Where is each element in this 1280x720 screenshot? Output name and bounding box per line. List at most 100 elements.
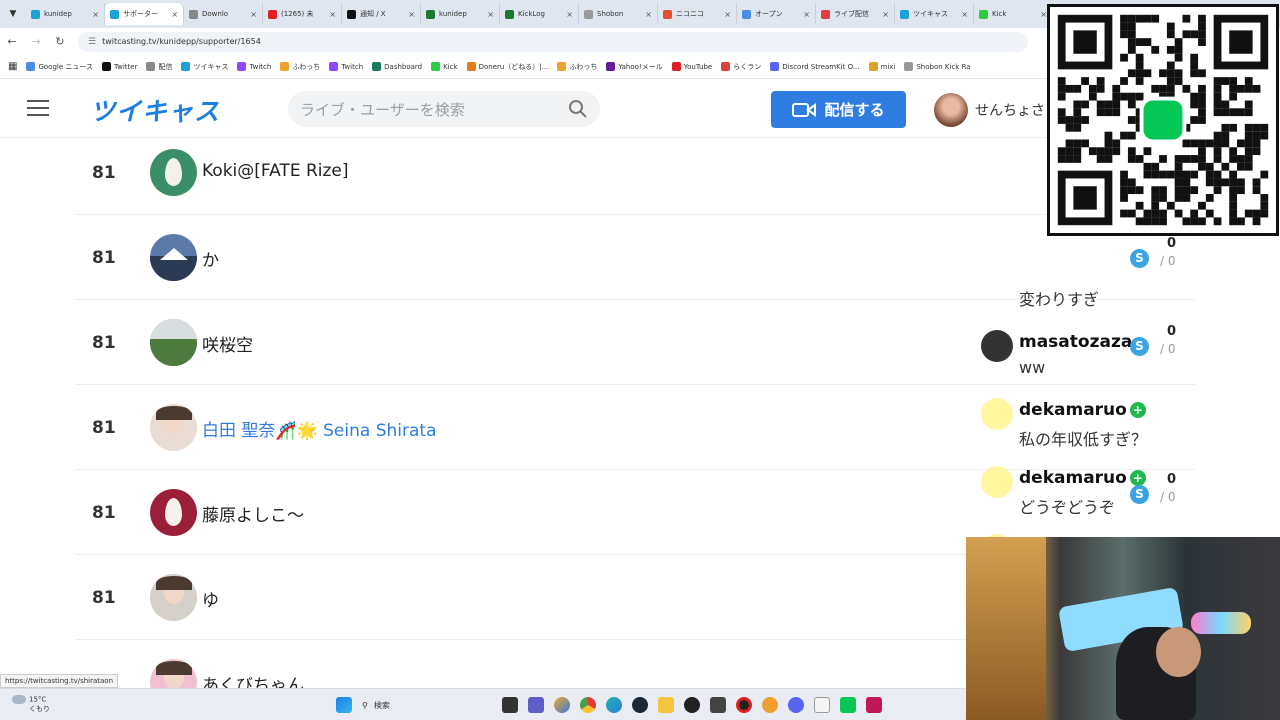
reload-icon[interactable]: ↻	[48, 35, 72, 48]
windows-start-icon[interactable]	[336, 697, 352, 713]
calculator-icon[interactable]	[710, 697, 726, 713]
supporter-avatar[interactable]	[150, 319, 197, 366]
broadcast-button[interactable]: 配信する	[771, 91, 906, 128]
site-logo[interactable]: ツイキャス	[90, 92, 220, 128]
bookmark-item[interactable]: Twitch	[237, 62, 271, 72]
tab-3[interactable]: (1265) 未 ×	[263, 3, 342, 25]
taskview-icon[interactable]	[502, 697, 518, 713]
tab-label: ライブ配信	[834, 10, 869, 18]
bookmark-item[interactable]: Kick	[431, 62, 458, 72]
supporter-avatar[interactable]	[150, 149, 197, 196]
close-icon[interactable]: ×	[724, 10, 731, 19]
bookmark-label: Doneru（どねる）|...	[478, 62, 549, 71]
tab-10[interactable]: ライブ配信 ×	[816, 3, 895, 25]
user-avatar[interactable]	[934, 93, 968, 127]
app-icon[interactable]	[866, 697, 882, 713]
supporter-avatar[interactable]	[150, 489, 197, 536]
bookmark-item[interactable]: らくラン	[721, 62, 761, 72]
bookmark-item[interactable]: ふわっち	[280, 62, 320, 72]
bookmark-item[interactable]: Discord StreamKit O...	[770, 62, 860, 72]
steam-icon[interactable]	[632, 697, 648, 713]
close-icon[interactable]: ×	[408, 10, 415, 19]
score-value: 0	[1167, 236, 1177, 251]
supporter-avatar[interactable]	[150, 404, 197, 451]
supporter-name[interactable]: 咲桜空	[202, 331, 253, 356]
cloud-icon	[12, 695, 26, 704]
back-icon[interactable]: ←	[0, 35, 24, 48]
notepad-icon[interactable]	[814, 697, 830, 713]
close-icon[interactable]: ×	[92, 10, 99, 19]
close-icon[interactable]: ×	[171, 10, 178, 19]
close-icon[interactable]: ×	[961, 10, 968, 19]
bookmark-favicon-icon	[146, 62, 156, 71]
forward-icon[interactable]: →	[24, 35, 48, 48]
edge-icon[interactable]	[606, 697, 622, 713]
supporter-avatar[interactable]	[150, 574, 197, 621]
tab-12[interactable]: Kick ×	[974, 3, 1053, 25]
tab-2[interactable]: Downlo ×	[184, 3, 263, 25]
taskbar-search[interactable]: ⚲ 検索	[362, 696, 492, 714]
bookmark-item[interactable]: Dashboard	[372, 62, 422, 72]
bookmark-item[interactable]: Google ニュース	[26, 62, 93, 72]
search-icon[interactable]	[568, 99, 588, 119]
tab-11[interactable]: ツイキャス ×	[895, 3, 974, 25]
supporter-name[interactable]: Koki@[FATE Rize]	[202, 161, 349, 181]
chrome-icon[interactable]	[580, 697, 596, 713]
supporter-name[interactable]: 白田 聖奈🎢🌟 Seina Shirata	[202, 416, 437, 441]
teams-icon[interactable]	[528, 697, 544, 713]
close-icon[interactable]: ×	[329, 10, 336, 19]
tab-8[interactable]: ニコニコ ×	[658, 3, 737, 25]
folder-icon[interactable]	[658, 697, 674, 713]
bookmark-item[interactable]: Shobon Kick Ra	[904, 62, 971, 72]
bookmark-item[interactable]: ツイキャス	[181, 62, 228, 72]
tab-1[interactable]: サポーター ×	[105, 3, 184, 25]
coin-icon[interactable]	[762, 697, 778, 713]
supporter-avatar[interactable]	[150, 234, 197, 281]
supporter-name[interactable]: 藤原よしこ〜	[202, 501, 304, 526]
menu-icon[interactable]	[27, 100, 49, 116]
bookmark-favicon-icon	[26, 62, 36, 71]
bookmark-item[interactable]: YouTube	[671, 62, 712, 72]
bookmark-item[interactable]: 配信	[146, 62, 172, 72]
discord-icon[interactable]	[788, 697, 804, 713]
bookmark-item[interactable]: Doneru（どねる）|...	[466, 62, 549, 72]
close-icon[interactable]: ×	[645, 10, 652, 19]
close-icon[interactable]: ×	[250, 10, 257, 19]
close-icon[interactable]: ×	[1040, 10, 1047, 19]
close-icon[interactable]: ×	[487, 10, 494, 19]
supporter-name[interactable]: ゆ	[202, 586, 219, 611]
tab-4[interactable]: 通知 / X ×	[342, 3, 421, 25]
copilot-icon[interactable]	[554, 697, 570, 713]
tab-6[interactable]: KickLog ×	[500, 3, 579, 25]
weather-widget[interactable]: 15°C くもり	[12, 695, 50, 714]
supporter-row[interactable]: 81 Koki@[FATE Rize]	[75, 130, 1195, 215]
record-icon[interactable]	[736, 697, 752, 713]
site-info-icon[interactable]: ☰	[88, 37, 96, 47]
tab-menu-icon[interactable]: ▼	[0, 0, 26, 28]
bookmark-item[interactable]: Twitter	[102, 62, 137, 72]
obs-icon[interactable]	[684, 697, 700, 713]
tab-0[interactable]: kunidep ×	[26, 3, 105, 25]
search-input[interactable]: ライブ・ユーザーを検索	[288, 91, 600, 127]
taskbar-icons: ⚲ 検索	[336, 696, 882, 714]
close-icon[interactable]: ×	[803, 10, 810, 19]
support-score: S 0 / 0	[1130, 236, 1200, 274]
line-icon[interactable]	[840, 697, 856, 713]
apps-icon[interactable]: ▦	[8, 61, 17, 72]
bookmark-item[interactable]: Yahoo!メール	[606, 62, 663, 72]
bookmark-item[interactable]: Twitch	[329, 62, 363, 72]
tab-5[interactable]: kunidep ×	[421, 3, 500, 25]
bookmark-label: ふわっち	[292, 62, 321, 71]
bookmark-label: Shobon Kick Ra	[916, 62, 971, 71]
bookmark-label: Discord StreamKit O...	[782, 62, 860, 71]
close-icon[interactable]: ×	[566, 10, 573, 19]
supporter-name[interactable]: か	[202, 246, 219, 271]
tab-9[interactable]: オープン ×	[737, 3, 816, 25]
bookmark-item[interactable]: mixi	[868, 62, 895, 72]
url-field[interactable]: ☰ twitcasting.tv/kunidepp/supporter/1654	[78, 31, 1028, 52]
close-icon[interactable]: ×	[882, 10, 889, 19]
tab-7[interactable]: Shobon ×	[579, 3, 658, 25]
tab-list: kunidep × サポーター × Downlo × (1265) 未 × 通知 / X × kun…	[26, 3, 1053, 25]
bookmark-item[interactable]: ふわっち	[557, 62, 597, 72]
user-name[interactable]: せんちょさ	[975, 100, 1045, 120]
